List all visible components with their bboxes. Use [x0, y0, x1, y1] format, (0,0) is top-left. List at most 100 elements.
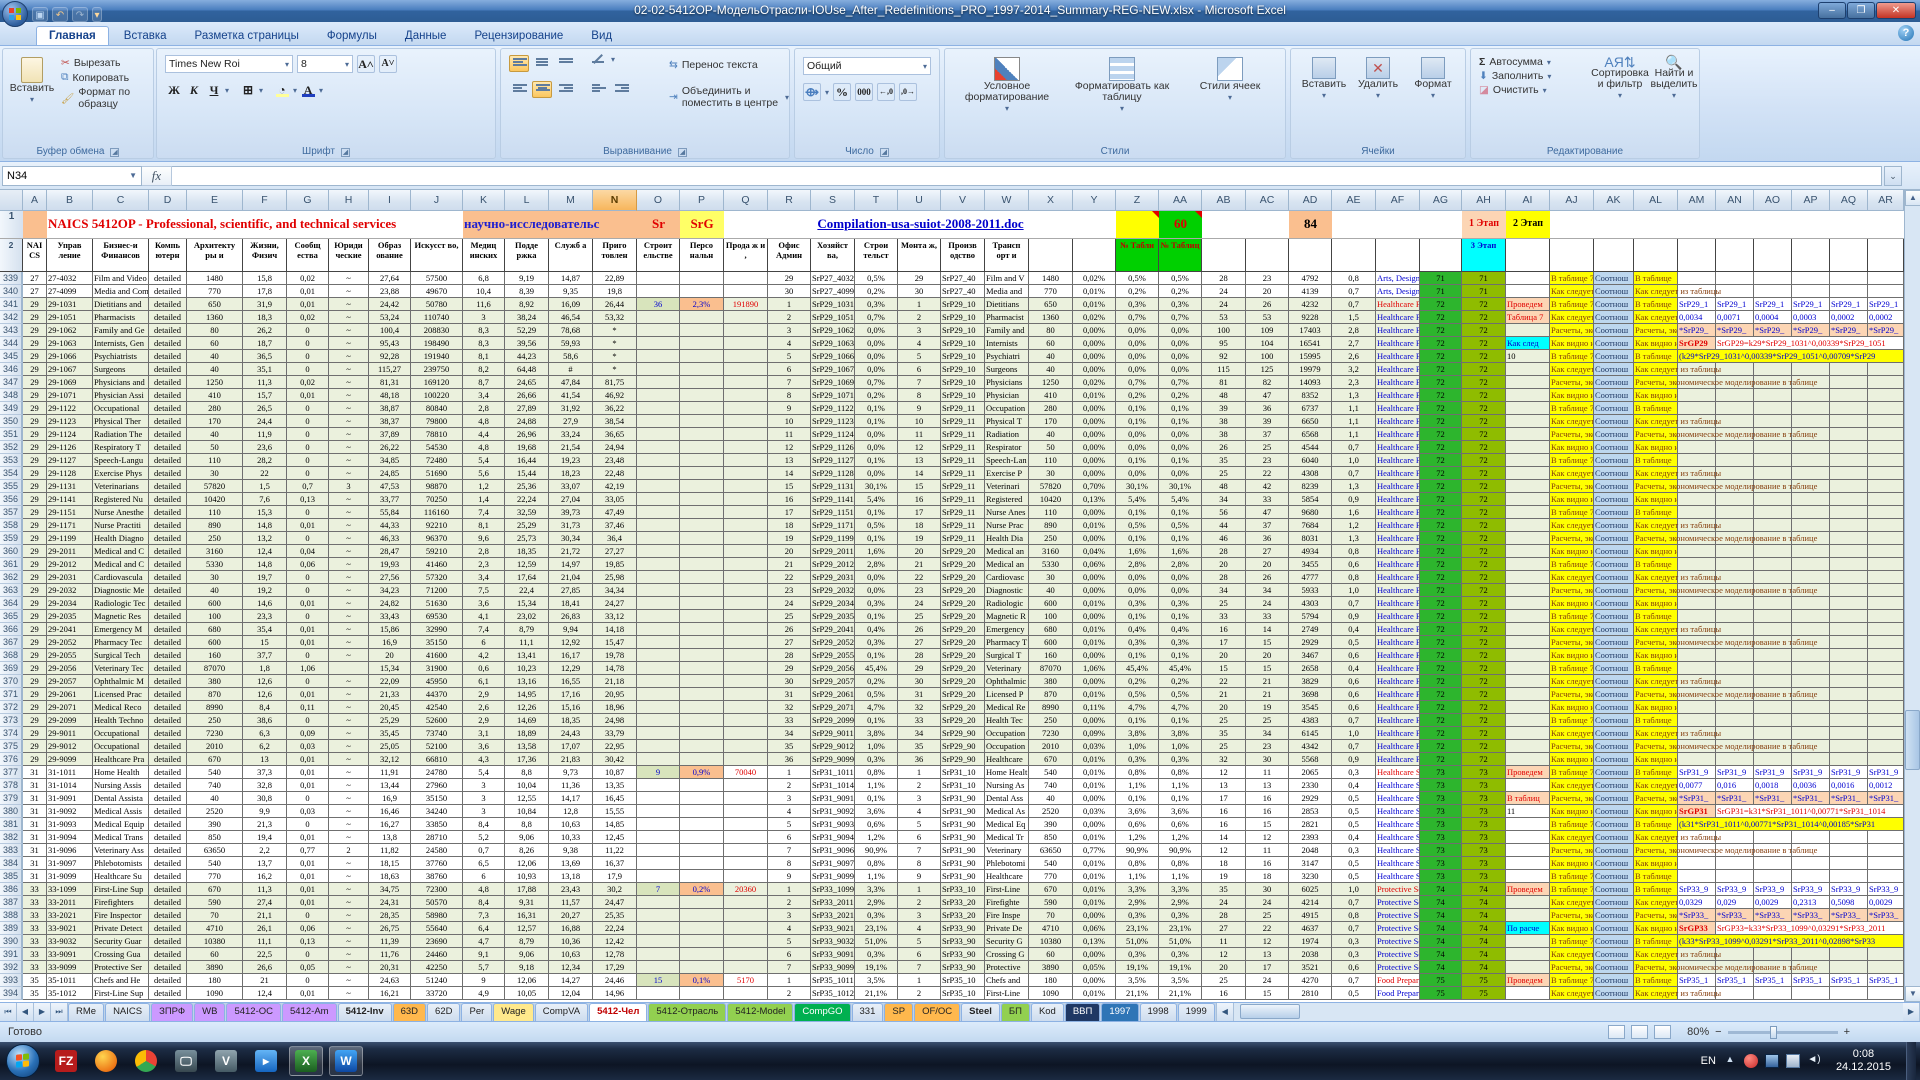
column-header-AC[interactable]: AC	[1246, 190, 1289, 211]
align-center-button[interactable]	[532, 81, 552, 98]
autosum-button[interactable]: ΣАвтосумма▾	[1479, 56, 1551, 68]
paste-button[interactable]: Вставить▾	[9, 57, 55, 105]
column-header-G[interactable]: G	[287, 190, 329, 211]
tray-ati-icon[interactable]	[1744, 1054, 1758, 1068]
zoom-slider[interactable]	[1728, 1031, 1838, 1034]
table-row[interactable]: 3813131-9093Medical Equipdetailed39021,3…	[0, 818, 1904, 831]
table-row[interactable]: 3592929-1199Health Diagnodetailed25013,2…	[0, 532, 1904, 545]
sheet-nav-icon[interactable]: ⏭	[51, 1003, 68, 1021]
table-row[interactable]: 3732929-2099Health Technodetailed25038,6…	[0, 714, 1904, 727]
table-row[interactable]: 3752929-9012Occupationaldetailed20106,20…	[0, 740, 1904, 753]
table-row[interactable]: 3472929-1069Physicians anddetailed125011…	[0, 376, 1904, 389]
column-header-AI[interactable]: AI	[1506, 190, 1550, 211]
column-header-AP[interactable]: AP	[1792, 190, 1830, 211]
column-header-AM[interactable]: AM	[1678, 190, 1716, 211]
table-row[interactable]: 3722929-2071Medical Recodetailed89908,40…	[0, 701, 1904, 714]
column-header-AQ[interactable]: AQ	[1830, 190, 1868, 211]
table-row[interactable]: 3512929-1124Radiation Thedetailed4011,90…	[0, 428, 1904, 441]
view-page-break-button[interactable]	[1654, 1025, 1671, 1039]
tray-network-icon[interactable]	[1786, 1054, 1800, 1068]
column-header-Q[interactable]: Q	[724, 190, 768, 211]
table-row[interactable]: 3402727-4099Media and Comdetailed77017,8…	[0, 285, 1904, 298]
column-header-R[interactable]: R	[768, 190, 811, 211]
table-row[interactable]: 3642929-2034Radiologic Tecdetailed60014,…	[0, 597, 1904, 610]
table-row[interactable]: 3762929-9099Healthcare Pradetailed670130…	[0, 753, 1904, 766]
sheet-tab-CompVA[interactable]: CompVA	[535, 1003, 588, 1021]
format-cells-button[interactable]: Формат▾	[1407, 57, 1459, 101]
sheet-tab-62D[interactable]: 62D	[427, 1003, 460, 1021]
sheet-tab-1999[interactable]: 1999	[1178, 1003, 1215, 1021]
sheet-tab-NAICS[interactable]: NAICS	[105, 1003, 150, 1021]
sheet-tab-1997[interactable]: 1997	[1101, 1003, 1138, 1021]
language-indicator[interactable]: EN	[1701, 1055, 1716, 1067]
table-row[interactable]: 3823131-9094Medical Transdetailed85019,4…	[0, 831, 1904, 844]
sheet-tab-Steel[interactable]: Steel	[961, 1003, 1000, 1021]
column-header-L[interactable]: L	[505, 190, 549, 211]
column-header-U[interactable]: U	[898, 190, 941, 211]
column-header-J[interactable]: J	[411, 190, 463, 211]
view-page-layout-button[interactable]	[1631, 1025, 1648, 1039]
format-painter-button[interactable]: 🖌Формат по образцу	[61, 86, 153, 110]
font-dialog-launcher-icon[interactable]: ◢	[341, 148, 350, 157]
table-row[interactable]: 3853131-9099Healthcare Sudetailed77016,2…	[0, 870, 1904, 883]
tray-display-icon[interactable]	[1765, 1054, 1779, 1068]
fill-button[interactable]: ⬇Заполнить▾	[1479, 70, 1551, 82]
align-bottom-button[interactable]	[555, 55, 575, 72]
table-row[interactable]: 3462929-1067Surgeonsdetailed4035,10~115,…	[0, 363, 1904, 376]
column-header-AA[interactable]: AA	[1159, 190, 1202, 211]
table-row[interactable]: 3502929-1123Physical Therdetailed17024,4…	[0, 415, 1904, 428]
column-header-AL[interactable]: AL	[1634, 190, 1678, 211]
table-row[interactable]: 3933535-1011Chefs and Hedetailed180210~2…	[0, 974, 1904, 987]
increase-decimal-button[interactable]: ←,0	[877, 83, 895, 101]
clear-button[interactable]: ◪Очистить▾	[1479, 84, 1551, 96]
table-row[interactable]: 3783131-1014Nursing Assisdetailed74032,8…	[0, 779, 1904, 792]
find-select-button[interactable]: 🔍 Найти и выделить▾	[1651, 57, 1697, 101]
office-button[interactable]	[2, 1, 28, 27]
column-header-P[interactable]: P	[680, 190, 724, 211]
sheet-tab-SP[interactable]: SP	[884, 1003, 913, 1021]
scroll-up-icon[interactable]: ▲	[1905, 190, 1920, 206]
increase-indent-button[interactable]	[611, 81, 631, 98]
minimize-button[interactable]: –	[1818, 2, 1846, 19]
table-row[interactable]: 3773131-1011Home Healthdetailed54037,30,…	[0, 766, 1904, 779]
ribbon-tab-Формулы[interactable]: Формулы	[314, 26, 390, 45]
table-row[interactable]: 3863333-1099First-Line Supdetailed67011,…	[0, 883, 1904, 896]
table-row[interactable]: 3442929-1063Internists, Gendetailed6018,…	[0, 337, 1904, 350]
column-header-AD[interactable]: AD	[1289, 190, 1332, 211]
table-row[interactable]: 3572929-1151Nurse Anesthedetailed11015,3…	[0, 506, 1904, 519]
sheet-tab-ВВП[interactable]: ВВП	[1065, 1003, 1101, 1021]
sheet-tab-CompGO[interactable]: CompGO	[794, 1003, 850, 1021]
shrink-font-button[interactable]: A˅	[379, 55, 397, 73]
table-row[interactable]: 3422929-1051Pharmacistsdetailed136018,30…	[0, 311, 1904, 324]
column-header-A[interactable]: A	[23, 190, 47, 211]
grid-rows[interactable]: 1NAICS 5412OP - Professional, scientific…	[0, 211, 1904, 1000]
taskbar-icon-chrome[interactable]	[129, 1046, 163, 1076]
ribbon-tab-Главная[interactable]: Главная	[36, 26, 109, 45]
align-middle-button[interactable]	[532, 55, 552, 72]
column-header-V[interactable]: V	[941, 190, 985, 211]
sheet-tab-БП[interactable]: БП	[1001, 1003, 1030, 1021]
column-header-AN[interactable]: AN	[1716, 190, 1754, 211]
table-row[interactable]: 3602929-2011Medical and Cdetailed316012,…	[0, 545, 1904, 558]
number-dialog-launcher-icon[interactable]: ◢	[880, 148, 889, 157]
align-left-button[interactable]	[509, 81, 529, 98]
sort-filter-button[interactable]: АЯ⇅ Сортировка и фильтр▾	[1589, 57, 1651, 101]
accounting-format-button[interactable]: ⟴	[803, 83, 821, 101]
table-row[interactable]: 3692929-2056Veterinary Tecdetailed870701…	[0, 662, 1904, 675]
column-header-AH[interactable]: AH	[1462, 190, 1506, 211]
copy-button[interactable]: ⧉Копировать	[61, 71, 153, 84]
table-row[interactable]: 3612929-2012Medical and Cdetailed533014,…	[0, 558, 1904, 571]
ribbon-tab-Вид[interactable]: Вид	[578, 26, 625, 45]
cell-styles-button[interactable]: Стили ячеек▾	[1185, 57, 1275, 103]
insert-function-button[interactable]: fx	[142, 166, 172, 186]
merge-center-button[interactable]: ⇥Объединить и поместить в центре▾	[669, 85, 789, 109]
sheet-tab-5412-Am[interactable]: 5412-Am	[282, 1003, 337, 1021]
align-top-button[interactable]	[509, 55, 529, 72]
spreadsheet-grid[interactable]: ABCDEFGHIJKLMNOPQRSTUVWXYZAAABACADAEAFAG…	[0, 190, 1904, 1002]
table-row[interactable]: 3582929-1171Nurse Practitidetailed89014,…	[0, 519, 1904, 532]
column-header-AO[interactable]: AO	[1754, 190, 1792, 211]
bold-button[interactable]: Ж	[165, 81, 183, 99]
conditional-formatting-button[interactable]: Условное форматирование▾	[957, 57, 1057, 114]
tray-show-hidden-icon[interactable]: ▲	[1723, 1054, 1737, 1068]
select-all-corner[interactable]	[0, 190, 23, 211]
